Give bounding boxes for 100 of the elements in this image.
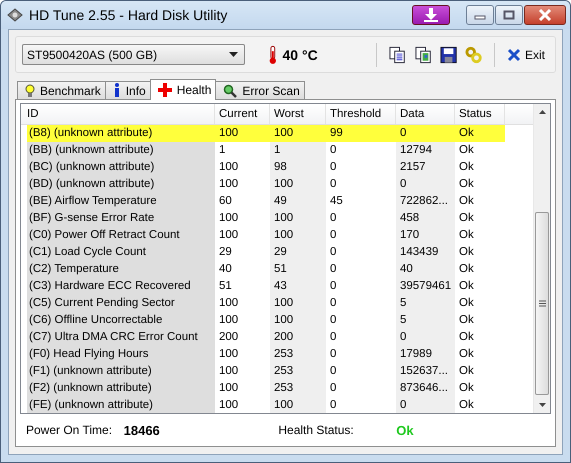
table-row[interactable]: (BB) (unknown attribute) 1 1 0 12794 Ok	[21, 142, 533, 159]
table-row[interactable]: (C5) Current Pending Sector 100 100 0 5 Ok	[21, 295, 533, 312]
table-row[interactable]: (C0) Power Off Retract Count 100 100 0 170 Ok	[21, 227, 533, 244]
caret-icon	[228, 52, 238, 57]
table-cell: 98	[270, 159, 326, 176]
health-status-label: Health Status:	[278, 423, 355, 437]
temperature-value: 40 °C	[282, 46, 319, 62]
scroll-down-icon[interactable]	[538, 403, 546, 407]
power-on-value: 18466	[124, 422, 161, 438]
table-row[interactable]: (C7) Ultra DMA CRC Error Count 200 200 0 0 Ok	[21, 329, 533, 346]
scroll-thumb[interactable]	[535, 212, 549, 395]
tab[interactable]: Info	[104, 81, 151, 99]
table-cell: 200	[270, 329, 326, 346]
column-header[interactable]: Current	[215, 104, 270, 124]
table-row[interactable]: (C6) Offline Uncorrectable 100 100 0 5 Ok	[21, 312, 533, 329]
table-cell: 99	[326, 125, 396, 142]
table-cell: 0	[396, 329, 455, 346]
table-cell: 152637...	[396, 363, 455, 380]
drive-dropdown[interactable]: ST9500420AS (500 GB)	[22, 44, 245, 65]
table-cell: 0	[396, 397, 455, 413]
table-cell: 51	[270, 261, 326, 278]
table-cell: (F2) (unknown attribute)	[27, 380, 215, 397]
table-row[interactable]: (B8) (unknown attribute) 100 100 99 0 Ok	[21, 125, 533, 142]
health-cross-icon	[158, 83, 172, 97]
table-cell: 100	[270, 227, 326, 244]
tab[interactable]: Error Scan	[215, 81, 305, 99]
grip-icon	[538, 300, 546, 307]
column-header[interactable]: Data	[396, 104, 455, 124]
table-cell: 100	[215, 125, 270, 142]
table-cell: (F0) Head Flying Hours	[27, 346, 215, 363]
table-cell: (C7) Ultra DMA CRC Error Count	[27, 329, 215, 346]
table-cell: 873646...	[396, 380, 455, 397]
magnifier-icon	[223, 84, 238, 98]
table-cell: (C1) Load Cycle Count	[27, 244, 215, 261]
table-row[interactable]: (F0) Head Flying Hours 100 253 0 17989 Ok	[21, 346, 533, 363]
table-row[interactable]: (C2) Temperature 40 51 0 40 Ok	[21, 261, 533, 278]
table-row[interactable]: (F2) (unknown attribute) 100 253 0 873646... Ok	[21, 380, 533, 397]
table-cell: 5	[396, 295, 455, 312]
table-cell: 0	[396, 176, 455, 193]
table-cell: 100	[270, 125, 326, 142]
table-cell: 40	[396, 261, 455, 278]
table-cell: Ok	[455, 125, 505, 142]
copy-icon[interactable]	[389, 46, 407, 64]
table-cell: 100	[270, 312, 326, 329]
table-cell: 100	[270, 210, 326, 227]
table-row[interactable]: (BE) Airflow Temperature 60 49 45 722862... Ok	[21, 193, 533, 210]
table-cell: 0	[396, 125, 455, 142]
table-cell: (B8) (unknown attribute)	[27, 125, 215, 142]
table-cell: (C3) Hardware ECC Recovered	[27, 278, 215, 295]
column-header[interactable]: Threshold	[326, 104, 396, 124]
power-on-label: Power On Time:	[26, 423, 114, 437]
table-cell: (BE) Airflow Temperature	[27, 193, 215, 210]
column-header[interactable]: Status	[455, 104, 505, 124]
table-cell: 17989	[396, 346, 455, 363]
table-cell: (C0) Power Off Retract Count	[27, 227, 215, 244]
download-button[interactable]	[412, 5, 450, 25]
copy-icon[interactable]	[414, 46, 432, 64]
table-cell: 1	[270, 142, 326, 159]
table-cell: (C2) Temperature	[27, 261, 215, 278]
table-cell: 100	[270, 397, 326, 413]
table-cell: 143439	[396, 244, 455, 261]
table-cell: 29	[270, 244, 326, 261]
table-row[interactable]: (BD) (unknown attribute) 100 100 0 0 Ok	[21, 176, 533, 193]
x-icon	[506, 48, 521, 62]
table-cell: (BD) (unknown attribute)	[27, 176, 215, 193]
exit-button[interactable]: Exit	[502, 48, 549, 62]
close-icon	[538, 9, 552, 21]
table-cell: (BF) G-sense Error Rate	[27, 210, 215, 227]
lightbulb-icon	[25, 84, 35, 98]
table-row[interactable]: (C1) Load Cycle Count 29 29 0 143439 Ok	[21, 244, 533, 261]
tab[interactable]: Health	[150, 79, 216, 100]
table-cell: 458	[396, 210, 455, 227]
minimize-button[interactable]	[466, 5, 494, 25]
table-row[interactable]: (BC) (unknown attribute) 100 98 0 2157 Ok	[21, 159, 533, 176]
scrollbar[interactable]	[533, 104, 550, 413]
save-icon[interactable]	[440, 46, 457, 64]
maximize-icon	[503, 10, 515, 20]
table-cell: 722862...	[396, 193, 455, 210]
table-cell: 253	[270, 363, 326, 380]
table-row[interactable]: (FE) (unknown attribute) 100 100 0 0 Ok	[21, 397, 533, 413]
table-cell: (F1) (unknown attribute)	[27, 363, 215, 380]
scroll-up-icon[interactable]	[538, 110, 546, 114]
table-row[interactable]: (F1) (unknown attribute) 100 253 0 152637... Ok	[21, 363, 533, 380]
maximize-button[interactable]	[495, 5, 523, 25]
column-header[interactable]: ID	[21, 104, 215, 124]
table-cell: 253	[270, 346, 326, 363]
table-cell: (BB) (unknown attribute)	[27, 142, 215, 159]
window-title: HD Tune 2.55 - Hard Disk Utility	[29, 7, 228, 23]
table-row[interactable]: (BF) G-sense Error Rate 100 100 0 458 Ok	[21, 210, 533, 227]
tab[interactable]: Benchmark	[17, 81, 106, 99]
table-cell: (FE) (unknown attribute)	[27, 397, 215, 413]
close-button[interactable]	[524, 5, 566, 25]
health-status-value: Ok	[396, 422, 415, 438]
table-cell: 39579461	[396, 278, 455, 295]
table-row[interactable]: (C3) Hardware ECC Recovered 51 43 0 39579461 Ok	[21, 278, 533, 295]
table-cell: (BC) (unknown attribute)	[27, 159, 215, 176]
table-cell: (C6) Offline Uncorrectable	[27, 312, 215, 329]
column-header[interactable]: Worst	[270, 104, 326, 124]
table-cell: 100	[270, 295, 326, 312]
table-cell: 100	[270, 176, 326, 193]
